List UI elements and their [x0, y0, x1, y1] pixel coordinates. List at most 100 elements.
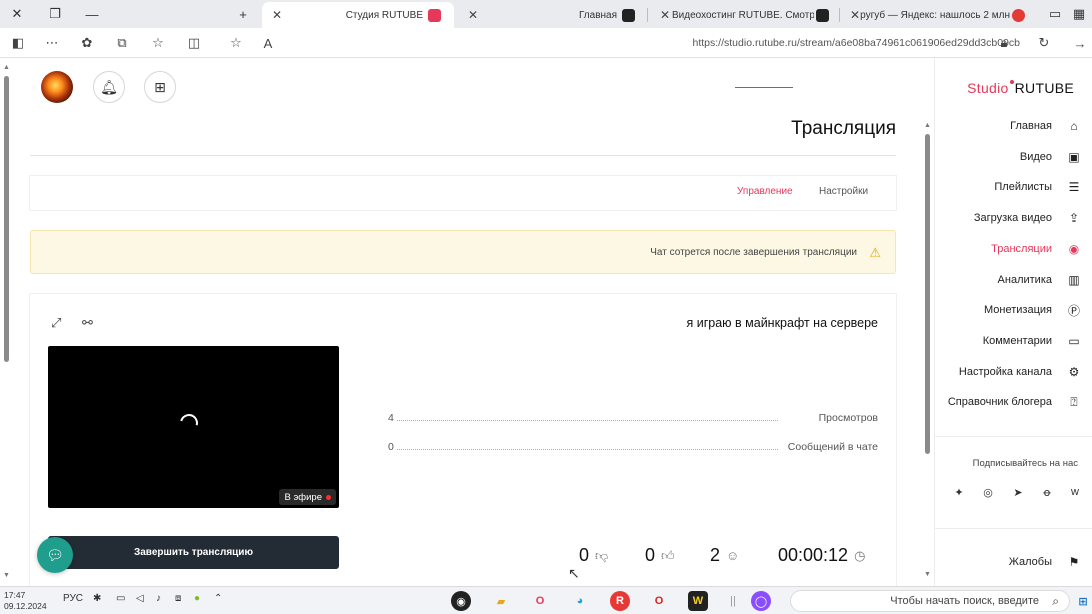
workspaces-icon[interactable]: ▦ [1066, 4, 1092, 24]
sidebar-item-label: Видео [1019, 151, 1052, 163]
stream-card: ⤢ ⚯ я играю в майнкрафт на сервере В эфи… [30, 294, 896, 586]
alice-taskbar-icon[interactable]: ◯ [751, 591, 771, 611]
sidebar-item-upload[interactable]: Загрузка видео ⇪ [934, 207, 1092, 229]
create-plus-icon[interactable]: ⊞ [144, 71, 176, 103]
more-menu-icon[interactable]: ⋯ [42, 34, 62, 52]
flag-icon: ⚑ [1068, 555, 1080, 569]
scroll-down-icon[interactable]: ▼ [3, 572, 10, 579]
scroll-up-icon[interactable]: ▲ [924, 122, 931, 129]
rutube-studio-logo[interactable]: Studio RUTUBE [967, 80, 1074, 96]
scroll-down-icon[interactable]: ▼ [924, 571, 931, 578]
stat-label: Просмотров [815, 412, 878, 424]
playlist-icon: ☰ [1068, 180, 1080, 194]
rutube-favicon-icon [622, 8, 635, 22]
dzen-icon[interactable]: ◎ [978, 482, 998, 502]
notifications-bell-icon[interactable]: 🔔︎ [93, 71, 125, 103]
share-icon[interactable]: ⚯ [82, 315, 93, 331]
sidebar-item-blogger-guide[interactable]: Справочник блогера ⍰ [934, 391, 1092, 413]
sidebar-item-home[interactable]: Главная ⌂ [934, 115, 1092, 137]
tab-close-icon[interactable]: ✕ [850, 8, 860, 22]
sidebar-toggle-icon[interactable]: ◧ [8, 34, 28, 52]
end-stream-button[interactable]: Завершить трансляцию [48, 536, 339, 569]
file-explorer-taskbar-icon[interactable]: ▰ [491, 591, 511, 611]
chat-warning-banner: Чат сотрется после завершения трансляции… [30, 230, 896, 274]
sidebar-item-monetization[interactable]: Монетизация Ⓟ [934, 299, 1092, 321]
tray-overflow-icon[interactable]: ⌃ [214, 593, 222, 604]
bluetooth-icon[interactable]: ✱ [93, 593, 101, 604]
tab-yandex[interactable]: ✕ ругуб — Яндекс: нашлось 2 млн [842, 2, 1036, 28]
language-indicator[interactable]: РУС [63, 593, 83, 604]
battery-icon[interactable]: ▭ [116, 593, 125, 604]
new-tab-icon[interactable]: + [230, 4, 256, 24]
address-bar: ◧ ⋯ ✿ ⧉ ☆ ◫ ☆ A https://studio.rutube.ru… [0, 28, 1092, 58]
url-field[interactable]: https://studio.rutube.ru/stream/a6e08ba7… [622, 34, 1021, 52]
opera-gx-taskbar-icon[interactable]: O [530, 591, 550, 611]
scrollbar-thumb[interactable] [4, 76, 9, 362]
yandex-taskbar-icon[interactable]: R [610, 591, 630, 611]
favorites-list-icon[interactable]: ☆ [148, 34, 168, 52]
sidebar-item-comments[interactable]: Комментарии ▭ [934, 330, 1092, 352]
extensions-icon[interactable]: ✿ [77, 34, 97, 52]
sidebar-item-playlists[interactable]: Плейлисты ☰ [934, 176, 1092, 198]
help-icon: ⍰ [1070, 394, 1078, 409]
sidebar-item-broadcasts[interactable]: Трансляции ◉ [934, 238, 1092, 260]
telegram-icon[interactable]: ➤ [1008, 482, 1028, 502]
tab-actions-icon[interactable]: ▭ [1042, 4, 1068, 24]
viewers-value: 2 [710, 545, 721, 565]
read-aloud-icon[interactable]: A [258, 34, 278, 52]
split-screen-icon[interactable]: ◫ [184, 34, 204, 52]
obs-taskbar-icon[interactable]: ◉ [451, 591, 471, 611]
taskbar-search-input[interactable]: Чтобы начать поиск, введите ⌕ [790, 590, 1070, 612]
avatar[interactable] [41, 71, 73, 103]
window-minimize-icon[interactable]: — [79, 4, 105, 24]
tab-videohosting[interactable]: ✕ Видеохостинг RUTUBE. Смотрит [652, 2, 840, 28]
winamp-taskbar-icon[interactable]: W [688, 591, 708, 611]
page-scrollbar[interactable]: ▲ ▼ [3, 64, 10, 579]
yandex-favicon-icon [1012, 8, 1025, 22]
network-icon[interactable]: ⧈ [175, 593, 181, 604]
sidebar-item-analytics[interactable]: Аналитика ▥ [934, 269, 1092, 291]
tab-close-icon[interactable]: ✕ [660, 8, 670, 22]
fullscreen-icon[interactable]: ⤢ [51, 315, 61, 331]
scrollbar-thumb[interactable] [925, 134, 930, 454]
microphone-icon[interactable]: ♪ [156, 593, 161, 604]
sidebar-item-channel-settings[interactable]: Настройка канала ⚙ [934, 361, 1092, 383]
tray-app-icon[interactable]: ● [194, 593, 200, 604]
chat-toggle-button[interactable]: 💬︎ [37, 537, 73, 573]
dzen-star-icon[interactable]: ✦ [949, 482, 969, 502]
mouse-cursor-icon: ↖ [568, 565, 580, 581]
reload-icon[interactable]: ↻ [1034, 34, 1054, 52]
tab-close-icon[interactable]: ✕ [272, 8, 282, 22]
sidebar-item-label: Настройка канала [958, 366, 1052, 378]
stream-dislikes: 0 👎︎ [579, 545, 608, 566]
windows-start-icon[interactable]: ⊞ [1073, 591, 1092, 611]
tab-settings[interactable]: Настройки [819, 186, 868, 197]
tab-main[interactable]: ✕ Главная [458, 2, 648, 28]
tab-close-icon[interactable]: ✕ [468, 8, 478, 22]
scroll-up-icon[interactable]: ▲ [3, 64, 10, 71]
tab-title: ругуб — Яндекс: нашлось 2 млн [860, 9, 1010, 21]
video-player[interactable]: В эфире [48, 346, 339, 508]
video-icon: ▣ [1068, 150, 1080, 164]
tab-rutube-studio[interactable]: ✕ Студия RUTUBE [262, 2, 454, 28]
ok-icon[interactable]: ꝋ [1037, 482, 1057, 502]
opera-taskbar-icon[interactable]: O [649, 591, 669, 611]
studio-page: ▲ ▼ 🔔︎ ⊞ Трансляция Настройки Управление… [0, 58, 1092, 586]
lock-icon[interactable]: 🔒︎ [994, 34, 1014, 52]
collections-icon[interactable]: ⧉ [112, 34, 132, 52]
vk-icon[interactable]: ᴡ [1065, 482, 1085, 502]
edge-taskbar-icon[interactable]: ◕ [570, 591, 590, 611]
tab-manage[interactable]: Управление [737, 186, 793, 197]
sidebar-item-video[interactable]: Видео ▣ [934, 146, 1092, 168]
window-restore-icon[interactable]: ❐ [42, 4, 68, 24]
back-icon[interactable]: → [1070, 34, 1090, 52]
window-close-icon[interactable]: ✕ [4, 4, 30, 24]
system-clock[interactable]: 17:47 09.12.2024 [4, 590, 47, 612]
sidebar-item-label: Аналитика [997, 274, 1052, 286]
content-scrollbar[interactable]: ▲ ▼ [923, 122, 932, 578]
sidebar-item-complaints[interactable]: Жалобы ⚑ [934, 551, 1092, 573]
rutube-favicon-icon [428, 8, 441, 22]
volume-icon[interactable]: ◁ [136, 593, 144, 604]
add-favorite-icon[interactable]: ☆ [226, 34, 246, 52]
stream-viewers: 2 ☺ [710, 545, 739, 566]
